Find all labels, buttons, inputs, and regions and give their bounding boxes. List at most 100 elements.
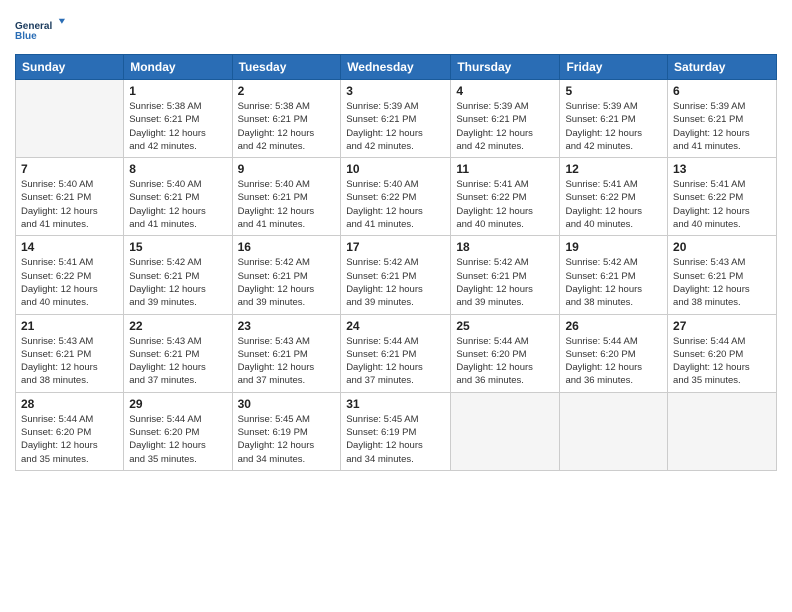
day-number: 28 bbox=[21, 397, 118, 411]
day-info: Sunrise: 5:44 AM Sunset: 6:20 PM Dayligh… bbox=[565, 335, 662, 388]
day-info: Sunrise: 5:42 AM Sunset: 6:21 PM Dayligh… bbox=[565, 256, 662, 309]
day-number: 18 bbox=[456, 240, 554, 254]
calendar-cell: 16 Sunrise: 5:42 AM Sunset: 6:21 PM Dayli… bbox=[232, 236, 341, 314]
calendar-cell: 13Sunrise: 5:41 AM Sunset: 6:22 PM Dayli… bbox=[668, 158, 777, 236]
day-info: Sunrise: 5:44 AM Sunset: 6:20 PM Dayligh… bbox=[129, 413, 226, 466]
calendar-cell: 25 Sunrise: 5:44 AM Sunset: 6:20 PM Dayli… bbox=[451, 314, 560, 392]
day-info: Sunrise: 5:42 AM Sunset: 6:21 PM Dayligh… bbox=[346, 256, 445, 309]
calendar-cell: 18 Sunrise: 5:42 AM Sunset: 6:21 PM Dayli… bbox=[451, 236, 560, 314]
day-number: 12 bbox=[565, 162, 662, 176]
day-info: Sunrise: 5:41 AM Sunset: 6:22 PM Dayligh… bbox=[565, 178, 662, 231]
day-number: 29 bbox=[129, 397, 226, 411]
day-info: Sunrise: 5:39 AM Sunset: 6:21 PM Dayligh… bbox=[456, 100, 554, 153]
logo: General Blue bbox=[15, 10, 65, 50]
calendar-cell: 17 Sunrise: 5:42 AM Sunset: 6:21 PM Dayli… bbox=[341, 236, 451, 314]
day-number: 2 bbox=[238, 84, 336, 98]
day-number: 11 bbox=[456, 162, 554, 176]
day-info: Sunrise: 5:40 AM Sunset: 6:21 PM Dayligh… bbox=[238, 178, 336, 231]
day-info: Sunrise: 5:45 AM Sunset: 6:19 PM Dayligh… bbox=[346, 413, 445, 466]
calendar-cell: 26 Sunrise: 5:44 AM Sunset: 6:20 PM Dayli… bbox=[560, 314, 668, 392]
day-number: 3 bbox=[346, 84, 445, 98]
day-number: 5 bbox=[565, 84, 662, 98]
day-info: Sunrise: 5:38 AM Sunset: 6:21 PM Dayligh… bbox=[238, 100, 336, 153]
day-number: 26 bbox=[565, 319, 662, 333]
day-info: Sunrise: 5:40 AM Sunset: 6:21 PM Dayligh… bbox=[129, 178, 226, 231]
day-number: 13 bbox=[673, 162, 771, 176]
calendar-cell: 4 Sunrise: 5:39 AM Sunset: 6:21 PM Daylig… bbox=[451, 80, 560, 158]
weekday-header-monday: Monday bbox=[124, 55, 232, 80]
calendar-week-2: 7 Sunrise: 5:40 AM Sunset: 6:21 PM Daylig… bbox=[16, 158, 777, 236]
day-info: Sunrise: 5:42 AM Sunset: 6:21 PM Dayligh… bbox=[456, 256, 554, 309]
calendar-cell: 27 Sunrise: 5:44 AM Sunset: 6:20 PM Dayli… bbox=[668, 314, 777, 392]
svg-text:General: General bbox=[15, 21, 52, 32]
day-number: 10 bbox=[346, 162, 445, 176]
calendar-week-4: 21 Sunrise: 5:43 AM Sunset: 6:21 PM Dayli… bbox=[16, 314, 777, 392]
calendar-cell bbox=[16, 80, 124, 158]
calendar-cell: 8 Sunrise: 5:40 AM Sunset: 6:21 PM Daylig… bbox=[124, 158, 232, 236]
day-info: Sunrise: 5:44 AM Sunset: 6:20 PM Dayligh… bbox=[456, 335, 554, 388]
day-number: 25 bbox=[456, 319, 554, 333]
day-number: 8 bbox=[129, 162, 226, 176]
calendar-cell: 7 Sunrise: 5:40 AM Sunset: 6:21 PM Daylig… bbox=[16, 158, 124, 236]
calendar-cell bbox=[668, 392, 777, 470]
calendar-cell: 20Sunrise: 5:43 AM Sunset: 6:21 PM Dayli… bbox=[668, 236, 777, 314]
weekday-header-wednesday: Wednesday bbox=[341, 55, 451, 80]
day-number: 15 bbox=[129, 240, 226, 254]
day-number: 17 bbox=[346, 240, 445, 254]
weekday-header-friday: Friday bbox=[560, 55, 668, 80]
calendar-cell: 9 Sunrise: 5:40 AM Sunset: 6:21 PM Daylig… bbox=[232, 158, 341, 236]
svg-text:Blue: Blue bbox=[15, 31, 37, 42]
calendar-cell: 3Sunrise: 5:39 AM Sunset: 6:21 PM Daylig… bbox=[341, 80, 451, 158]
day-number: 1 bbox=[129, 84, 226, 98]
calendar-cell: 11 Sunrise: 5:41 AM Sunset: 6:22 PM Dayli… bbox=[451, 158, 560, 236]
calendar-cell: 14 Sunrise: 5:41 AM Sunset: 6:22 PM Dayli… bbox=[16, 236, 124, 314]
weekday-header-tuesday: Tuesday bbox=[232, 55, 341, 80]
day-number: 7 bbox=[21, 162, 118, 176]
day-info: Sunrise: 5:41 AM Sunset: 6:22 PM Dayligh… bbox=[456, 178, 554, 231]
calendar-cell: 15 Sunrise: 5:42 AM Sunset: 6:21 PM Dayli… bbox=[124, 236, 232, 314]
day-info: Sunrise: 5:43 AM Sunset: 6:21 PM Dayligh… bbox=[21, 335, 118, 388]
calendar-week-1: 1 Sunrise: 5:38 AM Sunset: 6:21 PM Daylig… bbox=[16, 80, 777, 158]
day-info: Sunrise: 5:41 AM Sunset: 6:22 PM Dayligh… bbox=[21, 256, 118, 309]
weekday-header-row: SundayMondayTuesdayWednesdayThursdayFrid… bbox=[16, 55, 777, 80]
day-info: Sunrise: 5:40 AM Sunset: 6:21 PM Dayligh… bbox=[21, 178, 118, 231]
day-info: Sunrise: 5:39 AM Sunset: 6:21 PM Dayligh… bbox=[565, 100, 662, 153]
day-number: 6 bbox=[673, 84, 771, 98]
calendar-cell: 1 Sunrise: 5:38 AM Sunset: 6:21 PM Daylig… bbox=[124, 80, 232, 158]
day-info: Sunrise: 5:38 AM Sunset: 6:21 PM Dayligh… bbox=[129, 100, 226, 153]
day-number: 31 bbox=[346, 397, 445, 411]
day-number: 4 bbox=[456, 84, 554, 98]
day-number: 30 bbox=[238, 397, 336, 411]
header: General Blue bbox=[15, 10, 777, 50]
page: General Blue SundayMondayTuesdayWednesda… bbox=[0, 0, 792, 481]
day-number: 9 bbox=[238, 162, 336, 176]
calendar-week-5: 28 Sunrise: 5:44 AM Sunset: 6:20 PM Dayli… bbox=[16, 392, 777, 470]
day-info: Sunrise: 5:43 AM Sunset: 6:21 PM Dayligh… bbox=[238, 335, 336, 388]
calendar-cell: 24 Sunrise: 5:44 AM Sunset: 6:21 PM Dayli… bbox=[341, 314, 451, 392]
day-number: 27 bbox=[673, 319, 771, 333]
calendar-cell: 10Sunrise: 5:40 AM Sunset: 6:22 PM Dayli… bbox=[341, 158, 451, 236]
day-number: 16 bbox=[238, 240, 336, 254]
weekday-header-sunday: Sunday bbox=[16, 55, 124, 80]
calendar-cell: 6 Sunrise: 5:39 AM Sunset: 6:21 PM Daylig… bbox=[668, 80, 777, 158]
day-number: 14 bbox=[21, 240, 118, 254]
day-info: Sunrise: 5:42 AM Sunset: 6:21 PM Dayligh… bbox=[129, 256, 226, 309]
calendar-cell: 2 Sunrise: 5:38 AM Sunset: 6:21 PM Daylig… bbox=[232, 80, 341, 158]
weekday-header-saturday: Saturday bbox=[668, 55, 777, 80]
calendar-cell bbox=[451, 392, 560, 470]
calendar-cell: 12 Sunrise: 5:41 AM Sunset: 6:22 PM Dayli… bbox=[560, 158, 668, 236]
day-number: 24 bbox=[346, 319, 445, 333]
day-number: 19 bbox=[565, 240, 662, 254]
day-info: Sunrise: 5:44 AM Sunset: 6:20 PM Dayligh… bbox=[21, 413, 118, 466]
day-info: Sunrise: 5:44 AM Sunset: 6:20 PM Dayligh… bbox=[673, 335, 771, 388]
calendar-cell: 29 Sunrise: 5:44 AM Sunset: 6:20 PM Dayli… bbox=[124, 392, 232, 470]
calendar-cell bbox=[560, 392, 668, 470]
day-number: 20 bbox=[673, 240, 771, 254]
calendar-cell: 19 Sunrise: 5:42 AM Sunset: 6:21 PM Dayli… bbox=[560, 236, 668, 314]
day-number: 21 bbox=[21, 319, 118, 333]
day-info: Sunrise: 5:42 AM Sunset: 6:21 PM Dayligh… bbox=[238, 256, 336, 309]
calendar-cell: 28 Sunrise: 5:44 AM Sunset: 6:20 PM Dayli… bbox=[16, 392, 124, 470]
calendar-cell: 21 Sunrise: 5:43 AM Sunset: 6:21 PM Dayli… bbox=[16, 314, 124, 392]
day-info: Sunrise: 5:44 AM Sunset: 6:21 PM Dayligh… bbox=[346, 335, 445, 388]
day-info: Sunrise: 5:39 AM Sunset: 6:21 PM Dayligh… bbox=[673, 100, 771, 153]
